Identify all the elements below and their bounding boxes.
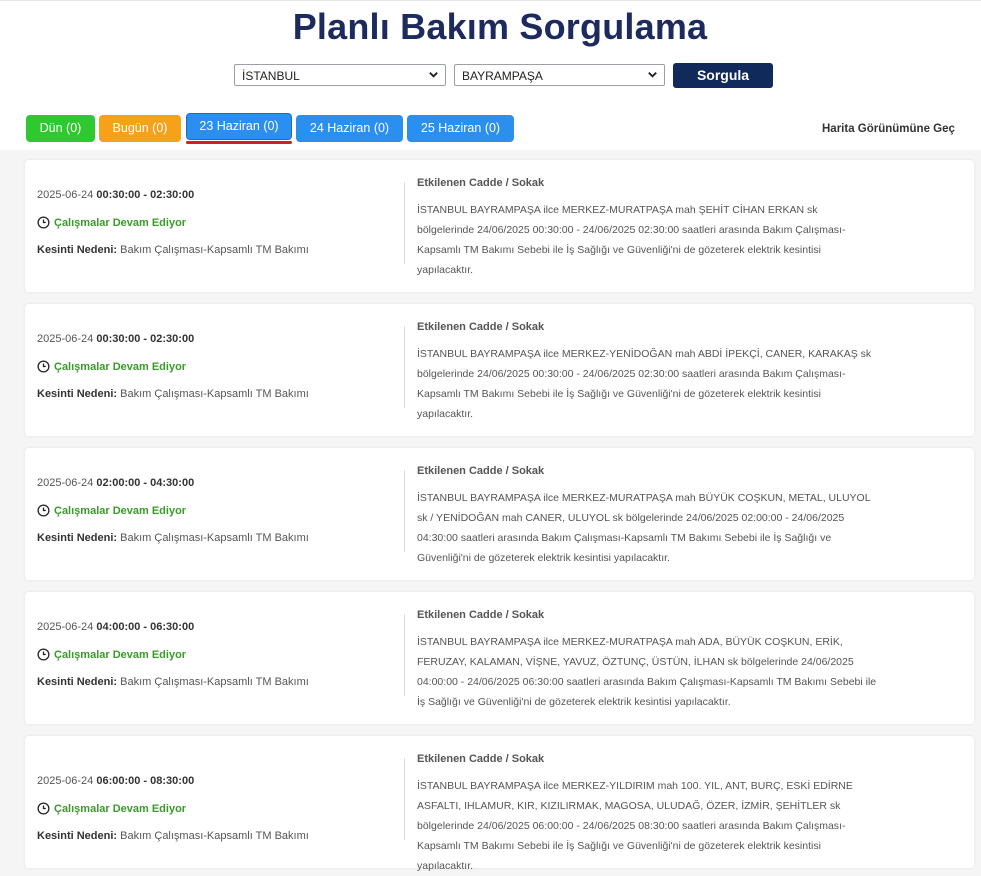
card-divider xyxy=(404,182,405,264)
province-select[interactable]: İSTANBUL xyxy=(234,64,446,86)
affected-streets-heading: Etkilenen Cadde / Sokak xyxy=(417,465,545,477)
outage-description: İSTANBUL BAYRAMPAŞA ilce MERKEZ-YILDIRIM… xyxy=(417,780,853,872)
tab-yesterday[interactable]: Dün (0) xyxy=(26,115,95,142)
clock-icon xyxy=(37,802,50,815)
status-text: Çalışmalar Devam Ediyor xyxy=(37,504,186,517)
affected-streets-heading: Etkilenen Cadde / Sokak xyxy=(417,321,545,333)
outage-datetime: 2025-06-24 00:30:00 - 02:30:00 xyxy=(37,189,195,201)
status-text: Çalışmalar Devam Ediyor xyxy=(37,648,186,661)
chevron-down-icon xyxy=(429,72,438,78)
clock-icon xyxy=(37,216,50,229)
outage-datetime: 2025-06-24 06:00:00 - 08:30:00 xyxy=(37,775,195,787)
active-tab-indicator xyxy=(186,141,292,144)
tab-24-june[interactable]: 24 Haziran (0) xyxy=(296,115,403,142)
page-title: Planlı Bakım Sorgulama xyxy=(292,6,708,47)
chevron-down-icon xyxy=(648,72,657,78)
outage-reason: Kesinti Nedeni: Bakım Çalışması-Kapsamlı… xyxy=(37,830,309,842)
outage-card: 2025-06-24 00:30:00 - 02:30:00 Çalışmala… xyxy=(25,160,974,292)
top-border xyxy=(0,0,981,1)
status-text: Çalışmalar Devam Ediyor xyxy=(37,360,186,373)
affected-streets-heading: Etkilenen Cadde / Sokak xyxy=(417,609,545,621)
card-divider xyxy=(404,614,405,696)
outage-card: 2025-06-24 04:00:00 - 06:30:00 Çalışmala… xyxy=(25,592,974,724)
district-select[interactable]: BAYRAMPAŞA xyxy=(454,64,665,86)
outage-reason: Kesinti Nedeni: Bakım Çalışması-Kapsamlı… xyxy=(37,532,309,544)
outage-card: 2025-06-24 02:00:00 - 04:30:00 Çalışmala… xyxy=(25,448,974,580)
card-divider xyxy=(404,758,405,840)
district-select-value: BAYRAMPAŞA xyxy=(462,69,543,83)
status-text: Çalışmalar Devam Ediyor xyxy=(37,216,186,229)
outage-description: İSTANBUL BAYRAMPAŞA ilce MERKEZ-MURATPAŞ… xyxy=(417,204,846,276)
card-divider xyxy=(404,326,405,408)
outage-reason: Kesinti Nedeni: Bakım Çalışması-Kapsamlı… xyxy=(37,676,309,688)
outage-description: İSTANBUL BAYRAMPAŞA ilce MERKEZ-MURATPAŞ… xyxy=(417,636,877,708)
map-view-link[interactable]: Harita Görünümüne Geç xyxy=(822,123,955,135)
province-select-value: İSTANBUL xyxy=(242,69,300,83)
clock-icon xyxy=(37,360,50,373)
tab-23-june[interactable]: 23 Haziran (0) xyxy=(186,113,292,140)
outage-description: İSTANBUL BAYRAMPAŞA ilce MERKEZ-YENİDOĞA… xyxy=(417,348,872,420)
query-button[interactable]: Sorgula xyxy=(673,63,773,88)
outage-datetime: 2025-06-24 04:00:00 - 06:30:00 xyxy=(37,621,195,633)
clock-icon xyxy=(37,504,50,517)
status-text: Çalışmalar Devam Ediyor xyxy=(37,802,186,815)
clock-icon xyxy=(37,648,50,661)
tab-25-june[interactable]: 25 Haziran (0) xyxy=(407,115,514,142)
outage-reason: Kesinti Nedeni: Bakım Çalışması-Kapsamlı… xyxy=(37,244,309,256)
outage-card: 2025-06-24 06:00:00 - 08:30:00 Çalışmala… xyxy=(25,736,974,872)
outage-reason: Kesinti Nedeni: Bakım Çalışması-Kapsamlı… xyxy=(37,388,309,400)
outage-datetime: 2025-06-24 00:30:00 - 02:30:00 xyxy=(37,333,195,345)
outage-datetime: 2025-06-24 02:00:00 - 04:30:00 xyxy=(37,477,195,489)
tab-today[interactable]: Bugün (0) xyxy=(99,115,181,142)
card-divider xyxy=(404,470,405,552)
outage-card: 2025-06-24 00:30:00 - 02:30:00 Çalışmala… xyxy=(25,304,974,436)
affected-streets-heading: Etkilenen Cadde / Sokak xyxy=(417,177,545,189)
outage-description: İSTANBUL BAYRAMPAŞA ilce MERKEZ-MURATPAŞ… xyxy=(417,492,871,564)
affected-streets-heading: Etkilenen Cadde / Sokak xyxy=(417,753,545,765)
